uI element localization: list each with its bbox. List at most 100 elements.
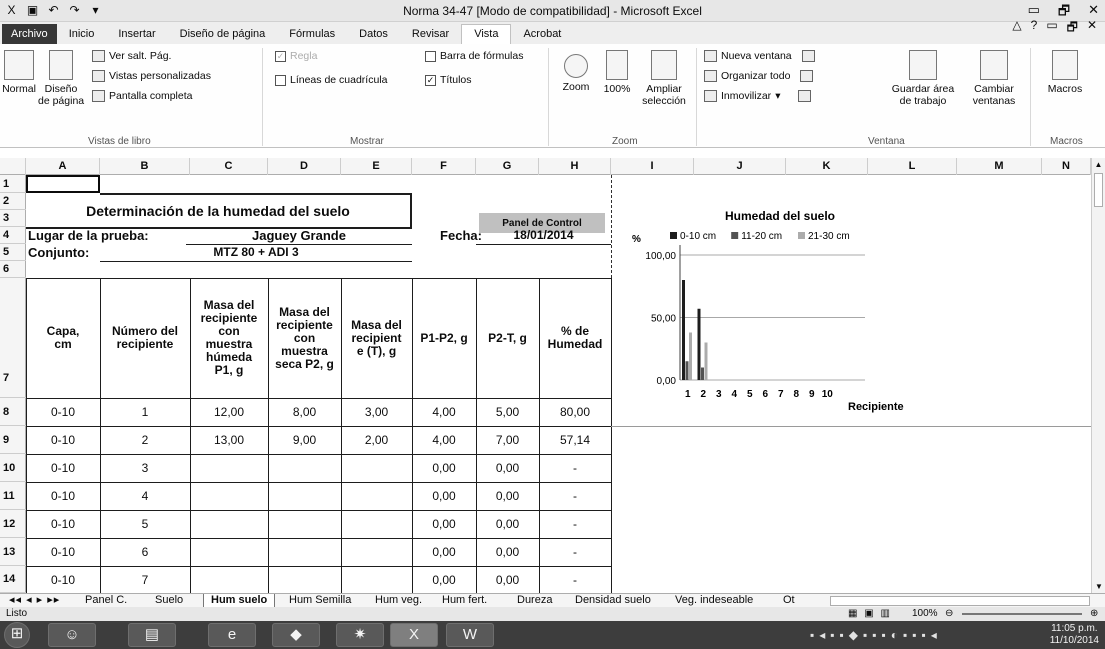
- table-cell[interactable]: 0,00: [412, 566, 476, 593]
- scroll-down-icon[interactable]: ▼: [1092, 582, 1105, 591]
- ribbon-minimize-icon[interactable]: △: [1012, 18, 1021, 39]
- column-header[interactable]: I: [611, 158, 694, 175]
- column-header[interactable]: G: [476, 158, 539, 175]
- tab-vista[interactable]: Vista: [461, 24, 512, 44]
- table-cell[interactable]: 0,00: [476, 510, 539, 538]
- table-cell[interactable]: 0,00: [476, 538, 539, 566]
- table-cell[interactable]: 7,00: [476, 426, 539, 454]
- taskbar-app-icon[interactable]: ☺: [48, 623, 96, 647]
- chart-bar[interactable]: [704, 342, 708, 381]
- sheet-tab[interactable]: Dureza: [510, 594, 559, 608]
- table-cell[interactable]: [268, 482, 341, 510]
- doc-close-icon[interactable]: ✕: [1087, 18, 1097, 39]
- normal-view-button[interactable]: Normal: [2, 50, 36, 95]
- table-cell[interactable]: -: [539, 454, 611, 482]
- row-header[interactable]: 3: [0, 210, 26, 227]
- row-header[interactable]: 1: [0, 175, 26, 193]
- table-cell[interactable]: 9,00: [268, 426, 341, 454]
- ruler-checkbox[interactable]: ✓ Regla: [275, 50, 317, 62]
- table-cell[interactable]: [341, 538, 412, 566]
- zoom-100-button[interactable]: 100%: [600, 50, 634, 95]
- taskbar-excel-icon[interactable]: X: [390, 623, 438, 647]
- help-icon[interactable]: ?: [1031, 18, 1038, 39]
- table-cell[interactable]: [190, 566, 268, 593]
- sheet-tab[interactable]: Panel C.: [78, 594, 134, 608]
- chart-bar[interactable]: [689, 332, 692, 381]
- view-buttons-icon[interactable]: ▦ ▣ ▥: [848, 607, 892, 621]
- table-cell[interactable]: 2: [100, 426, 190, 454]
- column-header[interactable]: L: [868, 158, 957, 175]
- table-cell[interactable]: 0,00: [412, 482, 476, 510]
- chart-bar[interactable]: [701, 367, 704, 381]
- humidity-chart[interactable]: Humedad del suelo % Recipiente 0-10 cm 11…: [610, 200, 940, 415]
- tab-insertar[interactable]: Insertar: [106, 25, 167, 44]
- table-cell[interactable]: [341, 566, 412, 593]
- table-cell[interactable]: 57,14: [539, 426, 611, 454]
- table-cell[interactable]: 5,00: [476, 398, 539, 426]
- row-header[interactable]: 14: [0, 566, 26, 593]
- column-header[interactable]: N: [1042, 158, 1091, 175]
- start-button[interactable]: ⊞: [4, 622, 30, 648]
- active-cell[interactable]: [26, 175, 100, 193]
- table-cell[interactable]: 4: [100, 482, 190, 510]
- zoom-button[interactable]: Zoom: [556, 50, 596, 93]
- table-cell[interactable]: 0-10: [26, 538, 100, 566]
- table-cell[interactable]: 0,00: [476, 454, 539, 482]
- gridlines-checkbox[interactable]: Líneas de cuadrícula: [275, 74, 387, 86]
- table-cell[interactable]: [190, 482, 268, 510]
- column-header[interactable]: D: [268, 158, 341, 175]
- row-header[interactable]: 6: [0, 261, 26, 278]
- table-cell[interactable]: [268, 538, 341, 566]
- doc-minimize-icon[interactable]: ▭: [1046, 18, 1057, 39]
- column-header[interactable]: M: [957, 158, 1042, 175]
- table-cell[interactable]: 2,00: [341, 426, 412, 454]
- macros-button[interactable]: Macros: [1040, 50, 1090, 95]
- column-header[interactable]: H: [539, 158, 611, 175]
- table-cell[interactable]: [341, 454, 412, 482]
- page-break-button[interactable]: Ver salt. Pág.: [92, 50, 171, 62]
- row-header[interactable]: 12: [0, 510, 26, 538]
- sheet-tab[interactable]: Veg. indeseable: [668, 594, 760, 608]
- row-header[interactable]: 4: [0, 227, 26, 244]
- table-cell[interactable]: 12,00: [190, 398, 268, 426]
- taskbar-ie-icon[interactable]: e: [208, 623, 256, 647]
- table-cell[interactable]: 4,00: [412, 398, 476, 426]
- tab-inicio[interactable]: Inicio: [57, 25, 107, 44]
- table-cell[interactable]: [190, 538, 268, 566]
- zoom-out-icon[interactable]: ⊖: [945, 607, 953, 621]
- row-header[interactable]: 7: [0, 278, 26, 398]
- sheet-tab[interactable]: Hum veg.: [368, 594, 429, 608]
- chart-bar[interactable]: [682, 280, 685, 380]
- column-header[interactable]: J: [694, 158, 786, 175]
- table-cell[interactable]: 0-10: [26, 566, 100, 593]
- tab-formulas[interactable]: Fórmulas: [277, 25, 347, 44]
- table-cell[interactable]: 0-10: [26, 426, 100, 454]
- table-cell[interactable]: 0,00: [412, 538, 476, 566]
- row-header[interactable]: 13: [0, 538, 26, 566]
- zoom-in-icon[interactable]: ⊕: [1090, 607, 1098, 621]
- row-header[interactable]: 9: [0, 426, 26, 454]
- table-cell[interactable]: [190, 454, 268, 482]
- vertical-scrollbar[interactable]: ▲ ▼: [1091, 158, 1105, 593]
- taskbar-app-icon[interactable]: ✷: [336, 623, 384, 647]
- taskbar-app-icon[interactable]: ◆: [272, 623, 320, 647]
- table-cell[interactable]: 0,00: [412, 510, 476, 538]
- column-header[interactable]: E: [341, 158, 412, 175]
- table-cell[interactable]: 5: [100, 510, 190, 538]
- table-cell[interactable]: -: [539, 482, 611, 510]
- table-cell[interactable]: 7: [100, 566, 190, 593]
- horizontal-scrollbar[interactable]: [830, 596, 1090, 606]
- column-header[interactable]: B: [100, 158, 190, 175]
- table-cell[interactable]: 0-10: [26, 482, 100, 510]
- table-cell[interactable]: 6: [100, 538, 190, 566]
- arrange-all-button[interactable]: Organizar todo: [704, 70, 814, 82]
- sheet-tab[interactable]: Hum fert.: [435, 594, 494, 608]
- sheet-tab[interactable]: Suelo: [148, 594, 190, 608]
- table-cell[interactable]: 3,00: [341, 398, 412, 426]
- doc-restore-icon[interactable]: 🗗: [1067, 18, 1078, 39]
- table-cell[interactable]: [341, 482, 412, 510]
- headings-checkbox[interactable]: ✓ Títulos: [425, 74, 472, 86]
- tab-acrobat[interactable]: Acrobat: [511, 25, 573, 44]
- table-cell[interactable]: [268, 454, 341, 482]
- table-cell[interactable]: 80,00: [539, 398, 611, 426]
